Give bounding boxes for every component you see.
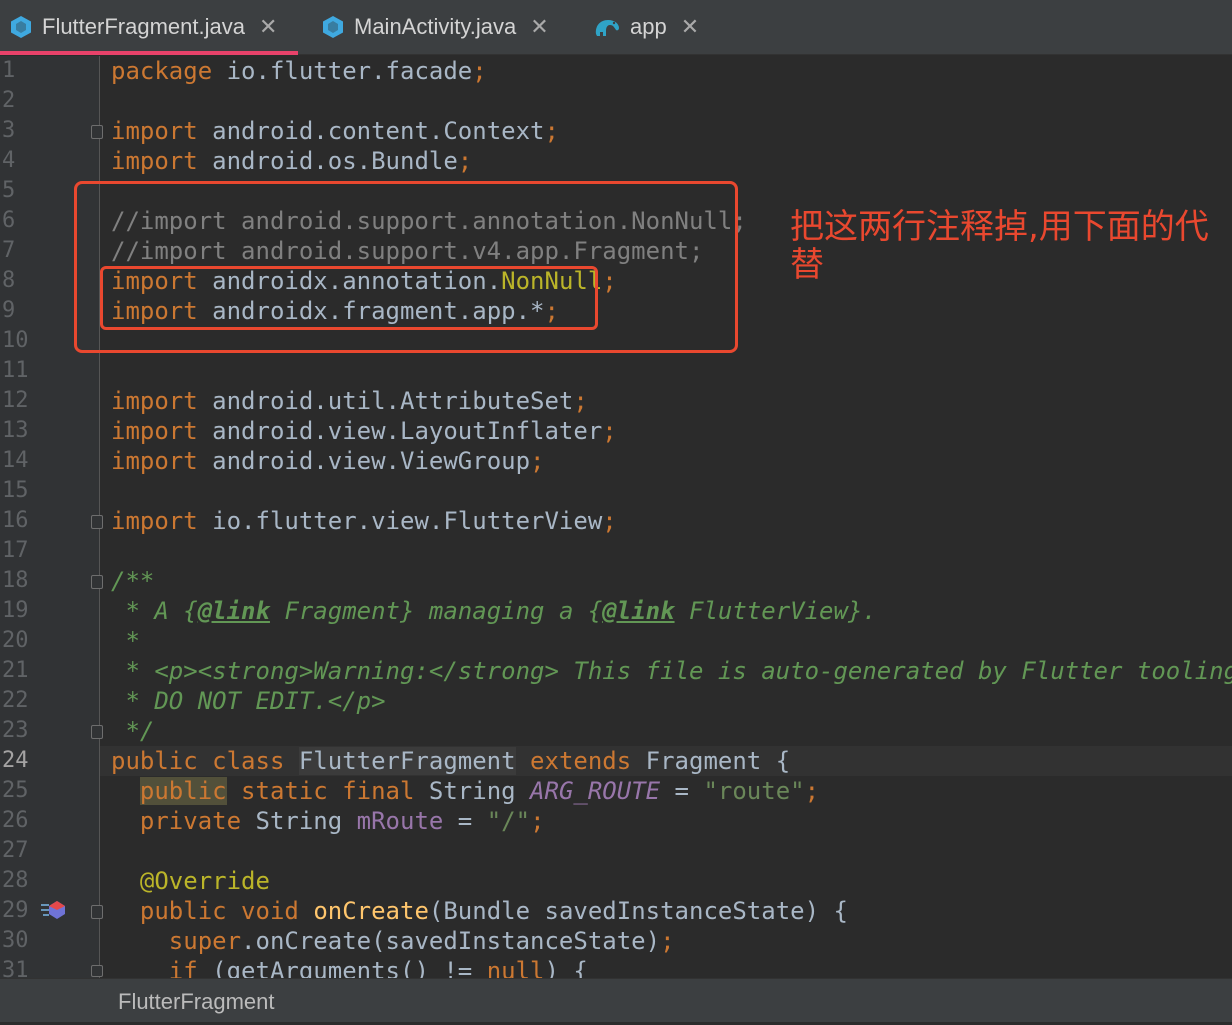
tab-mainactivity-java[interactable]: MainActivity.java ✕ xyxy=(320,0,549,54)
line-number: 25 xyxy=(2,778,29,803)
code-line-29: public void onCreate(Bundle savedInstanc… xyxy=(139,897,848,925)
line-number: 17 xyxy=(2,538,29,563)
code-line-24: public class FlutterFragment extends Fra… xyxy=(111,747,791,775)
code-line-22: * DO NOT EDIT.</p> xyxy=(111,687,386,715)
line-number: 20 xyxy=(2,628,29,653)
code-line-12: import android.util.AttributeSet; xyxy=(111,387,588,415)
code-line-31: if (getArguments() != null) { xyxy=(168,957,588,978)
line-number: 21 xyxy=(2,658,29,683)
override-method-icon[interactable] xyxy=(40,898,66,922)
line-number: 13 xyxy=(2,418,29,443)
close-icon[interactable]: ✕ xyxy=(259,14,277,40)
close-icon[interactable]: ✕ xyxy=(530,14,548,40)
code-line-20: * xyxy=(111,627,140,655)
close-icon[interactable]: ✕ xyxy=(681,14,699,40)
line-number: 1 xyxy=(2,58,16,83)
code-line-30: super.onCreate(savedInstanceState); xyxy=(168,927,675,955)
line-number: 9 xyxy=(2,298,16,323)
code-line-19: * A {@link Fragment} managing a {@link F… xyxy=(111,597,877,625)
line-number: 2 xyxy=(2,88,16,113)
line-number: 7 xyxy=(2,238,16,263)
code-line-1: package io.flutter.facade; xyxy=(111,57,487,85)
code-line-26: private String mRoute = "/"; xyxy=(139,807,545,835)
tab-label: FlutterFragment.java xyxy=(42,14,245,39)
fold-marker[interactable] xyxy=(91,515,103,529)
code-line-23: */ xyxy=(111,717,155,745)
breadcrumb-class[interactable]: FlutterFragment xyxy=(118,979,275,1023)
tab-label: MainActivity.java xyxy=(354,14,517,39)
fold-marker[interactable] xyxy=(91,905,103,919)
tab-label: app xyxy=(630,14,667,39)
annotation-box-inner xyxy=(100,266,598,330)
line-number: 14 xyxy=(2,448,29,473)
line-number: 5 xyxy=(2,178,16,203)
fold-marker[interactable] xyxy=(91,575,103,589)
code-line-3: import android.content.Context; xyxy=(111,117,559,145)
active-tab-indicator xyxy=(0,51,298,55)
code-line-16: import io.flutter.view.FlutterView; xyxy=(111,507,617,535)
code-line-13: import android.view.LayoutInflater; xyxy=(111,417,617,445)
line-number: 24 xyxy=(2,748,29,773)
code-line-25: public static final String ARG_ROUTE = "… xyxy=(139,777,820,805)
tab-flutterfragment-java[interactable]: FlutterFragment.java ✕ xyxy=(8,0,277,54)
code-line-21: * <p><strong>Warning:</strong> This file… xyxy=(111,657,1232,685)
line-number: 31 xyxy=(2,958,29,978)
line-number: 28 xyxy=(2,868,29,893)
line-number: 18 xyxy=(2,568,29,593)
line-number: 3 xyxy=(2,118,16,143)
line-number: 10 xyxy=(2,328,29,353)
breadcrumb-bar: FlutterFragment xyxy=(0,978,1232,1022)
line-number: 22 xyxy=(2,688,29,713)
line-number: 16 xyxy=(2,508,29,533)
line-number: 29 xyxy=(2,898,29,923)
annotation-note: 把这两行注释掉,用下面的代替 xyxy=(790,207,1209,285)
code-line-18: /** xyxy=(111,567,155,595)
line-number: 23 xyxy=(2,718,29,743)
fold-marker[interactable] xyxy=(91,725,103,739)
java-class-icon xyxy=(323,16,343,38)
line-number: 30 xyxy=(2,928,29,953)
line-number: 8 xyxy=(2,268,16,293)
code-line-28: @Override xyxy=(139,867,270,895)
line-number: 27 xyxy=(2,838,29,863)
gradle-elephant-icon xyxy=(595,20,619,36)
fold-marker[interactable] xyxy=(91,125,103,139)
tab-app[interactable]: app ✕ xyxy=(592,0,699,54)
editor-tab-bar: FlutterFragment.java ✕ MainActivity.java… xyxy=(0,0,1232,55)
code-line-14: import android.view.ViewGroup; xyxy=(111,447,545,475)
line-number: 11 xyxy=(2,358,29,383)
fold-marker[interactable] xyxy=(91,965,103,977)
java-class-icon xyxy=(11,16,31,38)
line-number: 6 xyxy=(2,208,16,233)
line-number: 12 xyxy=(2,388,29,413)
line-number: 4 xyxy=(2,148,16,173)
line-number: 26 xyxy=(2,808,29,833)
code-line-4: import android.os.Bundle; xyxy=(111,147,473,175)
line-number: 19 xyxy=(2,598,29,623)
line-number: 15 xyxy=(2,478,29,503)
